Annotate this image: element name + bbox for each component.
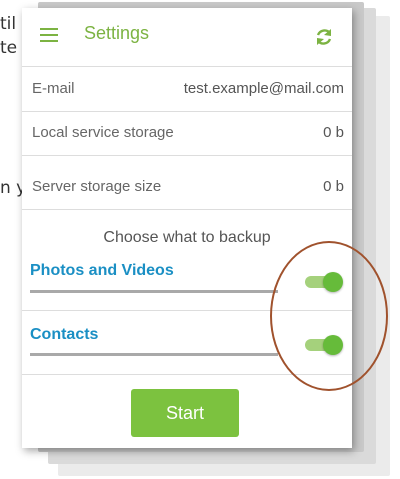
email-value: test.example@mail.com xyxy=(183,80,344,97)
local-storage-row: Local service storage 0 b xyxy=(22,111,352,156)
photos-videos-label: Photos and Videos xyxy=(30,262,174,279)
hamburger-menu-icon[interactable] xyxy=(40,28,58,42)
email-row: E-mail test.example@mail.com xyxy=(22,66,352,112)
contacts-underline xyxy=(30,353,278,356)
start-button[interactable]: Start xyxy=(131,389,239,437)
app-bar: Settings xyxy=(22,8,352,62)
backup-section-title: Choose what to backup xyxy=(103,229,271,246)
contacts-label: Contacts xyxy=(30,326,99,343)
background-text-fragment: til xyxy=(0,14,17,34)
page-title: Settings xyxy=(84,23,150,43)
background-text-fragment: te xyxy=(0,38,18,58)
local-storage-value: 0 b xyxy=(323,124,344,141)
refresh-icon[interactable] xyxy=(313,26,335,48)
email-label: E-mail xyxy=(32,80,75,97)
local-storage-label: Local service storage xyxy=(32,124,174,141)
server-storage-label: Server storage size xyxy=(32,178,162,195)
server-storage-row: Server storage size 0 b xyxy=(22,165,352,210)
annotation-circle xyxy=(270,241,388,391)
server-storage-value: 0 b xyxy=(323,178,344,195)
photos-videos-underline xyxy=(30,290,278,293)
